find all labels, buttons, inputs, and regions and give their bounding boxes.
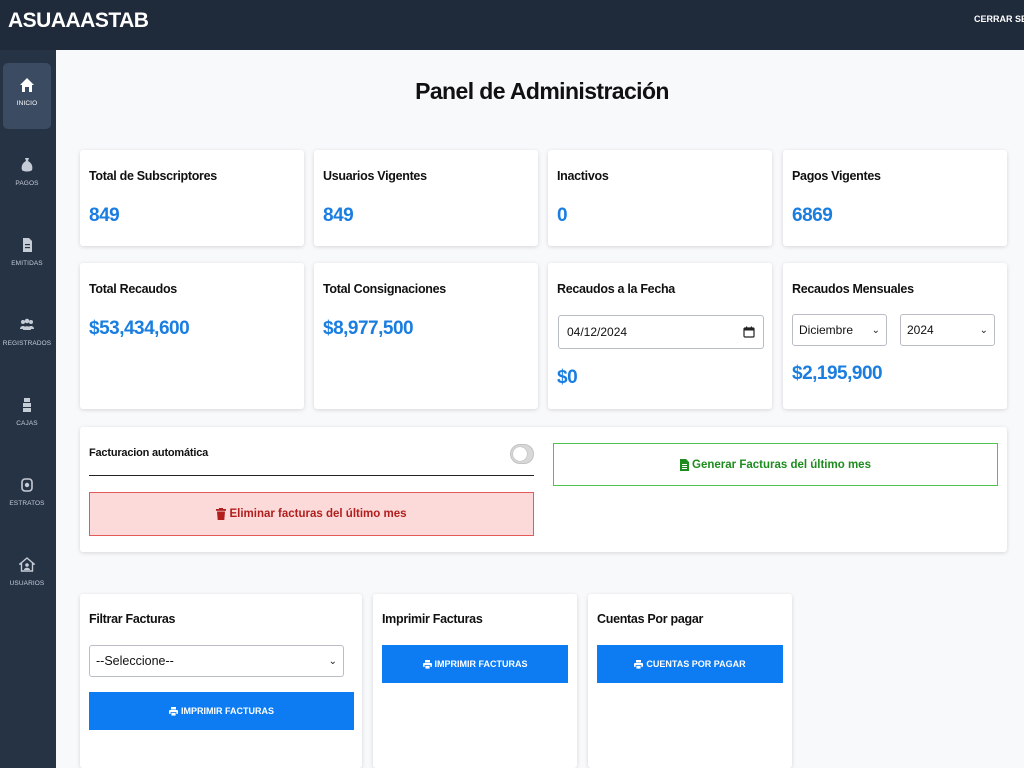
stat-title: Recaudos a la Fecha xyxy=(557,282,675,296)
date-value: 04/12/2024 xyxy=(567,325,628,339)
card-title: Imprimir Facturas xyxy=(382,612,483,626)
print-filtered-label: IMPRIMIR FACTURAS xyxy=(181,706,274,716)
stat-card-usuarios-vigentes: Usuarios Vigentes 849 xyxy=(314,150,538,246)
stat-value: 849 xyxy=(89,205,120,226)
date-input[interactable]: 04/12/2024 xyxy=(558,315,764,349)
auto-billing-toggle[interactable] xyxy=(510,444,534,464)
stat-card-total-consignaciones: Total Consignaciones $8,977,500 xyxy=(314,263,538,409)
document-icon xyxy=(23,238,32,252)
cuentas-por-pagar-card: Cuentas Por pagar CUENTAS POR PAGAR xyxy=(588,594,792,768)
year-value: 2024 xyxy=(907,323,934,337)
sidebar-item-label: INICIO xyxy=(16,100,38,107)
home-icon xyxy=(20,78,34,92)
calendar-icon[interactable] xyxy=(743,326,755,338)
users-icon xyxy=(20,318,34,330)
card-title: Filtrar Facturas xyxy=(89,612,176,626)
stat-value: 0 xyxy=(557,205,568,226)
chevron-down-icon: ⌄ xyxy=(871,324,880,336)
generate-invoices-button[interactable]: Generar Facturas del último mes xyxy=(553,443,998,486)
print-icon xyxy=(422,659,432,669)
stat-title: Recaudos Mensuales xyxy=(792,282,914,296)
sidebar-item-estratos[interactable]: ESTRATOS xyxy=(3,463,51,529)
toggle-knob xyxy=(513,447,527,461)
stat-card-total-recaudos: Total Recaudos $53,434,600 xyxy=(80,263,304,409)
accounts-payable-button[interactable]: CUENTAS POR PAGAR xyxy=(597,645,783,683)
sidebar-item-usuarios[interactable]: USUARIOS xyxy=(3,543,51,609)
sidebar-item-label: EMITIDAS xyxy=(11,260,43,267)
sidebar-item-label: PAGOS xyxy=(15,180,39,187)
filtrar-facturas-card: Filtrar Facturas --Seleccione-- ⌄ IMPRIM… xyxy=(80,594,362,768)
year-select[interactable]: 2024 ⌄ xyxy=(900,314,995,346)
print-icon xyxy=(634,659,644,669)
stat-card-inactivos: Inactivos 0 xyxy=(548,150,772,246)
stat-card-recaudos-mensuales: Recaudos Mensuales Diciembre ⌄ 2024 ⌄ $2… xyxy=(783,263,1007,409)
logout-button[interactable]: CERRAR SESIÓN xyxy=(974,14,1024,24)
stat-card-total-subscriptores: Total de Subscriptores 849 xyxy=(80,150,304,246)
stat-value: $0 xyxy=(557,367,578,388)
print-filtered-invoices-button[interactable]: IMPRIMIR FACTURAS xyxy=(89,692,354,730)
invoice-icon xyxy=(680,458,690,471)
stat-title: Total Consignaciones xyxy=(323,282,446,296)
stat-title: Inactivos xyxy=(557,169,609,183)
user-house-icon xyxy=(19,557,35,572)
stat-title: Total de Subscriptores xyxy=(89,169,217,183)
card-title: Cuentas Por pagar xyxy=(597,612,704,626)
stat-card-pagos-vigentes: Pagos Vigentes 6869 xyxy=(783,150,1007,246)
sidebar-item-pagos[interactable]: PAGOS xyxy=(3,143,51,209)
boxes-icon xyxy=(23,398,31,412)
trash-icon xyxy=(216,508,227,520)
print-icon xyxy=(169,706,178,716)
sidebar-item-registrados[interactable]: REGISTRADOS xyxy=(3,303,51,369)
brand-logo[interactable]: ASUAAASTAB xyxy=(8,9,149,33)
sidebar-item-inicio[interactable]: INICIO xyxy=(3,63,51,129)
top-bar: ASUAAASTAB CERRAR SESIÓN xyxy=(0,0,1024,50)
stat-card-recaudos-fecha: Recaudos a la Fecha 04/12/2024 $0 xyxy=(548,263,772,409)
month-select[interactable]: Diciembre ⌄ xyxy=(792,314,887,346)
stat-title: Pagos Vigentes xyxy=(792,169,881,183)
sidebar: INICIO PAGOS EMITIDAS REGISTRADOS CAJAS … xyxy=(0,50,56,768)
divider xyxy=(89,475,534,476)
chevron-down-icon: ⌄ xyxy=(979,324,988,336)
money-bag-icon xyxy=(21,158,33,172)
stat-value: $2,195,900 xyxy=(792,363,883,384)
stat-value: $53,434,600 xyxy=(89,318,190,339)
delete-invoices-button[interactable]: Eliminar facturas del último mes xyxy=(89,492,534,536)
generate-invoices-label: Generar Facturas del último mes xyxy=(692,458,871,471)
sidebar-item-label: ESTRATOS xyxy=(9,500,45,507)
stat-value: 6869 xyxy=(792,205,833,226)
sidebar-item-label: CAJAS xyxy=(16,420,38,427)
month-value: Diciembre xyxy=(799,323,854,337)
sidebar-item-emitidas[interactable]: EMITIDAS xyxy=(3,223,51,289)
stat-value: $8,977,500 xyxy=(323,318,414,339)
stat-title: Total Recaudos xyxy=(89,282,177,296)
sidebar-item-cajas[interactable]: CAJAS xyxy=(3,383,51,449)
facturacion-panel: Facturacion automática Eliminar facturas… xyxy=(80,427,1007,552)
layers-icon xyxy=(21,478,33,492)
filter-value: --Seleccione-- xyxy=(96,654,174,668)
chevron-down-icon: ⌄ xyxy=(328,655,337,667)
accounts-payable-label: CUENTAS POR PAGAR xyxy=(646,659,746,669)
imprimir-facturas-card: Imprimir Facturas IMPRIMIR FACTURAS xyxy=(373,594,577,768)
stat-title: Usuarios Vigentes xyxy=(323,169,427,183)
delete-invoices-label: Eliminar facturas del último mes xyxy=(229,508,407,520)
filter-select[interactable]: --Seleccione-- ⌄ xyxy=(89,645,344,677)
sidebar-item-label: USUARIOS xyxy=(9,580,45,587)
print-invoices-label: IMPRIMIR FACTURAS xyxy=(434,659,528,669)
page-title: Panel de Administración xyxy=(415,78,669,104)
print-invoices-button[interactable]: IMPRIMIR FACTURAS xyxy=(382,645,568,683)
auto-billing-label: Facturacion automática xyxy=(89,447,209,459)
stat-value: 849 xyxy=(323,205,354,226)
sidebar-item-label: REGISTRADOS xyxy=(2,340,52,347)
